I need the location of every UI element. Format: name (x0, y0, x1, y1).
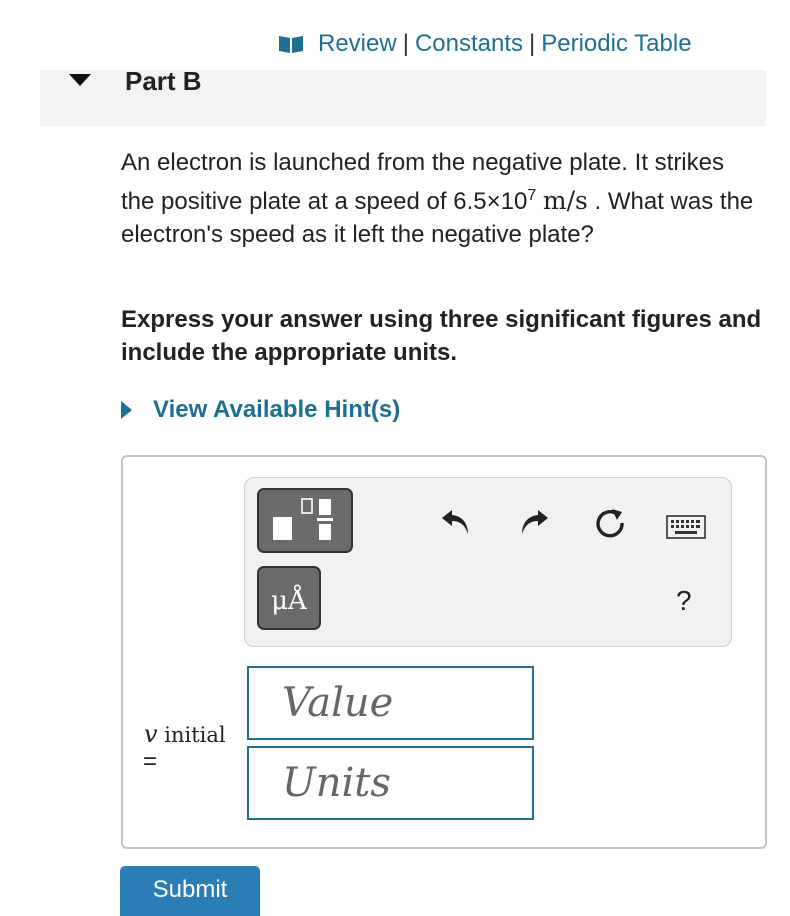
hint-label: View Available Hint(s) (153, 396, 401, 423)
review-link[interactable]: Review (318, 30, 397, 58)
templates-icon (273, 498, 333, 540)
view-hints-toggle[interactable]: View Available Hint(s) (121, 396, 400, 424)
help-icon[interactable]: ? (676, 585, 692, 617)
link-separator: | (529, 30, 536, 57)
question-text: An electron is launched from the negativ… (121, 146, 761, 251)
value-input[interactable] (247, 666, 534, 740)
variable-subscript: initial (164, 723, 226, 747)
constants-link[interactable]: Constants (415, 30, 523, 58)
variable-label: v initial (144, 720, 226, 748)
submit-button[interactable]: Submit (120, 866, 260, 916)
equals-sign: = (143, 748, 158, 775)
units-button[interactable]: μÅ (257, 566, 321, 630)
answer-instruction: Express your answer using three signific… (121, 306, 762, 366)
part-title: Part B (125, 66, 202, 96)
keyboard-icon[interactable] (666, 515, 706, 539)
link-separator: | (402, 30, 409, 57)
expand-triangle-icon (121, 401, 132, 419)
units-icon: μÅ (271, 586, 307, 616)
collapse-caret-icon[interactable] (69, 74, 91, 86)
variable-symbol: v (144, 720, 158, 748)
top-links: Review | Constants | Periodic Table (278, 30, 692, 58)
undo-icon[interactable] (440, 506, 472, 536)
speed-exponent: 7 (527, 187, 537, 204)
periodic-table-link[interactable]: Periodic Table (541, 30, 691, 58)
redo-icon[interactable] (518, 506, 550, 536)
book-icon (278, 34, 304, 54)
reset-icon[interactable] (593, 506, 627, 540)
speed-unit: m/s (542, 186, 588, 215)
units-input[interactable] (247, 746, 534, 820)
templates-button[interactable] (257, 488, 353, 553)
